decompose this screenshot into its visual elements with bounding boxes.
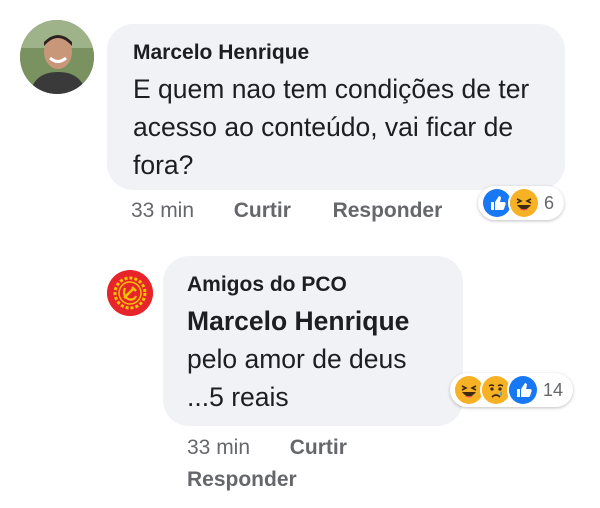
comment-time[interactable]: 33 min	[131, 198, 194, 224]
reaction-summary[interactable]: 6	[478, 186, 565, 220]
like-button[interactable]: Curtir	[234, 198, 291, 224]
comment-author[interactable]: Marcelo Henrique	[133, 40, 541, 66]
reply-time[interactable]: 33 min	[187, 436, 250, 459]
reply-text-line: ...5 reais	[187, 382, 289, 412]
reply-actions: 33 min Curtir Responder	[187, 432, 447, 496]
reply-reaction-summary[interactable]: 14	[450, 373, 574, 407]
comment-bubble: Marcelo Henrique E quem nao tem condiçõe…	[107, 24, 565, 190]
reaction-count: 6	[544, 192, 555, 213]
reply-bubble: Amigos do PCO Marcelo Henrique pelo amor…	[163, 256, 463, 426]
reply-button[interactable]: Responder	[333, 198, 443, 224]
like-button[interactable]: Curtir	[290, 436, 347, 459]
comment-actions: 33 min Curtir Responder	[131, 198, 442, 224]
haha-icon	[508, 187, 540, 219]
like-icon	[507, 374, 539, 406]
reply-text-line: pelo amor de deus	[187, 344, 407, 374]
comment-thread: Marcelo Henrique E quem nao tem condiçõe…	[0, 0, 600, 508]
reply-button[interactable]: Responder	[187, 468, 297, 491]
avatar[interactable]	[20, 20, 94, 94]
comment-text: E quem nao tem condições de ter acesso a…	[133, 74, 530, 180]
reply-author[interactable]: Amigos do PCO	[187, 272, 445, 298]
pco-avatar[interactable]	[107, 270, 153, 316]
mention-link[interactable]: Marcelo Henrique	[187, 302, 445, 340]
reaction-count: 14	[543, 379, 564, 400]
